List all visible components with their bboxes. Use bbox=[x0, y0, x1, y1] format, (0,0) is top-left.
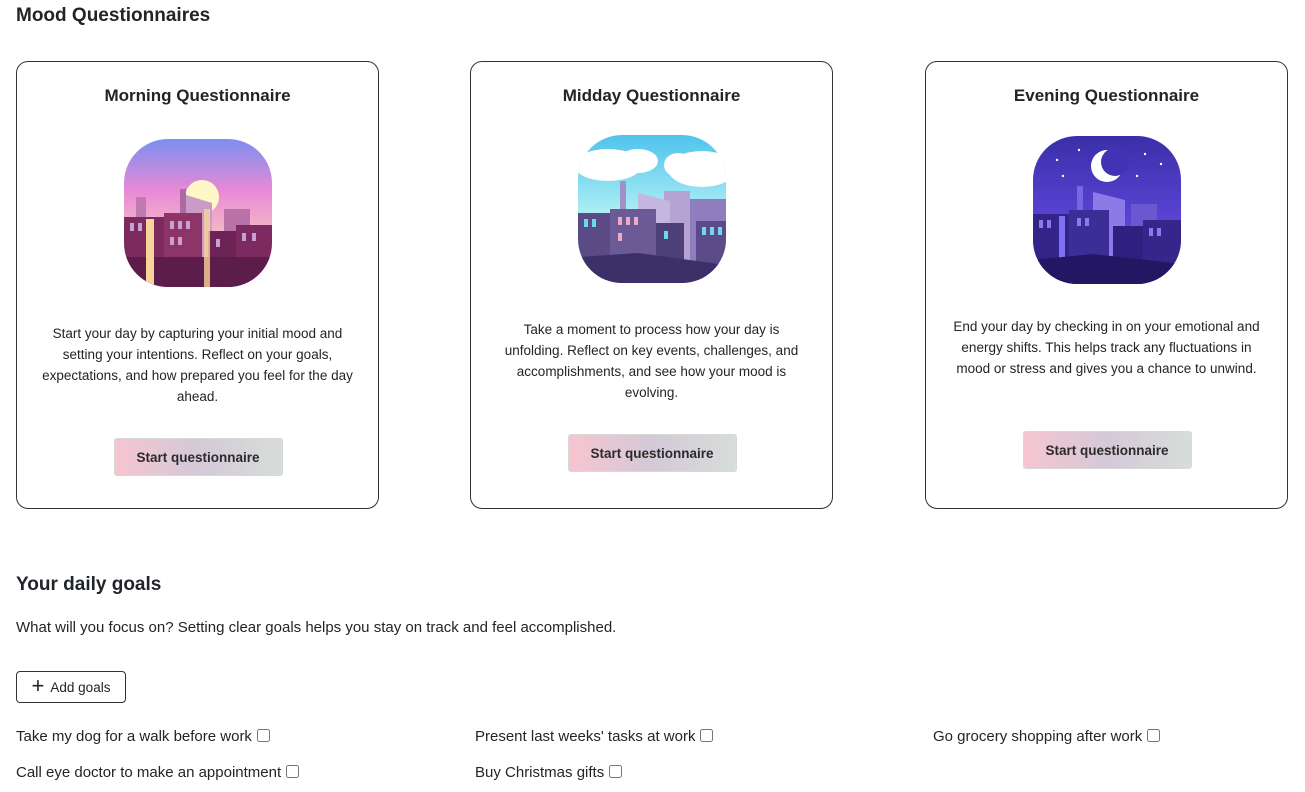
goal-item[interactable]: Buy Christmas gifts bbox=[475, 761, 623, 783]
plus-icon: + bbox=[31, 673, 45, 698]
card-description: End your day by checking in on your emot… bbox=[953, 319, 1260, 376]
card-description: Start your day by capturing your initial… bbox=[42, 326, 353, 404]
start-midday-questionnaire-button[interactable]: Start questionnaire bbox=[567, 434, 737, 472]
goal-checkbox[interactable] bbox=[1147, 728, 1161, 742]
evening-city-icon bbox=[1032, 136, 1181, 284]
goal-item[interactable]: Go grocery shopping after work bbox=[933, 725, 1161, 747]
mood-section-title: Mood Questionnaires bbox=[16, 5, 211, 26]
start-evening-questionnaire-button[interactable]: Start questionnaire bbox=[1022, 431, 1192, 469]
goal-label: Go grocery shopping after work bbox=[933, 727, 1143, 745]
card-description: Take a moment to process how your day is… bbox=[504, 322, 799, 400]
morning-city-icon bbox=[123, 139, 272, 287]
start-morning-questionnaire-button[interactable]: Start questionnaire bbox=[113, 438, 283, 476]
morning-questionnaire-card: Morning Questionnaire Start your day by … bbox=[16, 61, 379, 509]
add-goals-label: Add goals bbox=[50, 679, 111, 695]
add-goals-button[interactable]: + Add goals bbox=[16, 671, 126, 703]
goal-checkbox[interactable] bbox=[256, 728, 270, 742]
card-title: Evening Questionnaire bbox=[1013, 86, 1200, 105]
goals-description: What will you focus on? Setting clear go… bbox=[16, 619, 617, 636]
goal-label: Present last weeks' tasks at work bbox=[475, 727, 696, 745]
goal-item[interactable]: Take my dog for a walk before work bbox=[16, 725, 270, 747]
card-title: Midday Questionnaire bbox=[562, 86, 741, 105]
goal-checkbox[interactable] bbox=[286, 764, 300, 778]
goal-label: Call eye doctor to make an appointment bbox=[16, 763, 282, 781]
goal-item[interactable]: Present last weeks' tasks at work bbox=[475, 725, 714, 747]
goal-checkbox[interactable] bbox=[700, 728, 714, 742]
questionnaire-cards: Morning Questionnaire Start your day by … bbox=[16, 61, 1288, 509]
card-title: Morning Questionnaire bbox=[104, 86, 291, 105]
goals-section-title: Your daily goals bbox=[16, 574, 162, 595]
midday-questionnaire-card: Midday Questionnaire Take a moment to pr… bbox=[470, 61, 833, 509]
goal-label: Buy Christmas gifts bbox=[475, 763, 605, 781]
goal-label: Take my dog for a walk before work bbox=[16, 727, 252, 745]
evening-questionnaire-card: Evening Questionnaire End your day by ch… bbox=[925, 61, 1288, 509]
midday-city-icon bbox=[577, 135, 726, 283]
goal-item[interactable]: Call eye doctor to make an appointment bbox=[16, 761, 300, 783]
goal-checkbox[interactable] bbox=[609, 764, 623, 778]
